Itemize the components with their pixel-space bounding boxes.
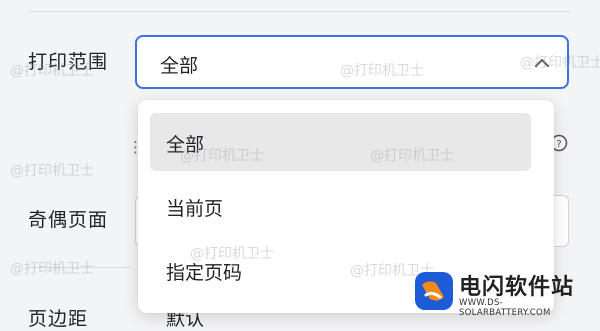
option-label: 全部 <box>166 134 205 156</box>
option-current-page[interactable]: 当前页 <box>150 177 531 235</box>
margin-label: 页边距 <box>28 308 89 330</box>
brand-logo-block: 电闪软件站 WWW.DS-SOLARBATTERY.COM <box>414 269 594 318</box>
option-all[interactable]: 全部 <box>150 113 531 171</box>
brand-domain: WWW.DS-SOLARBATTERY.COM <box>459 298 551 318</box>
print-range-label: 打印范围 <box>28 51 109 73</box>
option-label: 当前页 <box>166 198 224 220</box>
brand-logo-icon <box>415 272 453 310</box>
odd-even-label: 奇偶页面 <box>28 209 109 231</box>
option-label: 指定页码 <box>166 262 243 284</box>
print-range-selected-value: 全部 <box>160 55 199 77</box>
watermark: @打印机卫士 <box>10 163 94 179</box>
print-range-select[interactable]: 全部 <box>135 35 569 89</box>
brand-name: 电闪软件站 <box>459 275 575 300</box>
watermark: @打印机卫士 <box>10 261 94 277</box>
mid-divider <box>28 267 132 268</box>
top-divider <box>28 11 571 12</box>
svg-text:?: ? <box>556 139 561 150</box>
chevron-up-icon[interactable] <box>533 54 551 72</box>
